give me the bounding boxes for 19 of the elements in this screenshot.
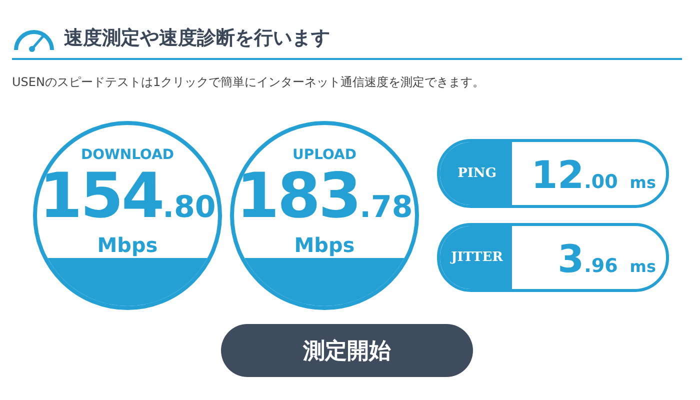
gauge-label: UPLOAD (292, 147, 357, 163)
description-text: USENのスピードテストは1クリックで簡単にインターネット通信速度を測定できます。 (12, 74, 486, 91)
page-title: 速度測定や速度診断を行います (64, 26, 330, 51)
unit-label: ms (630, 259, 656, 275)
unit-label: ms (630, 175, 656, 191)
metric-label: JITTER (440, 226, 512, 289)
unit-label: Mbps (294, 233, 355, 257)
unit-label: Mbps (97, 233, 158, 257)
metric-decimal: .00 (584, 173, 618, 192)
metric-label: PING (440, 142, 512, 205)
start-button[interactable]: 測定開始 (221, 324, 473, 377)
metric-value: 12 (531, 156, 584, 194)
metric-value: 3 (558, 240, 584, 278)
speed-decimal: .78 (360, 193, 413, 223)
gauge-label: DOWNLOAD (80, 147, 174, 163)
speed-value: 183 (236, 165, 360, 227)
metric-decimal: .96 (584, 257, 618, 276)
speed-value: 154 (39, 165, 163, 227)
speed-decimal: .80 (162, 193, 216, 223)
